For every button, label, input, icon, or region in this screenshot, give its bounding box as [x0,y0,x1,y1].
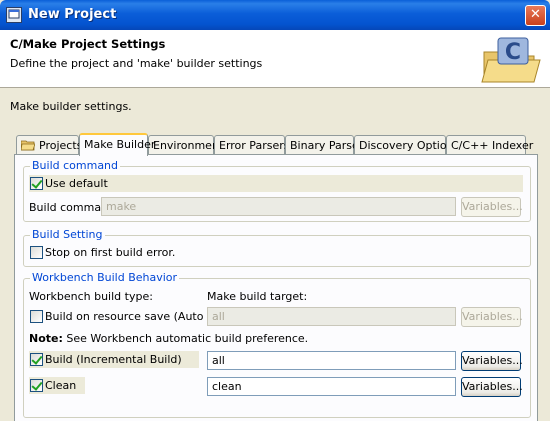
title-bar: New Project ✕ [0,0,550,30]
header-description: Define the project and 'make' builder se… [10,57,263,70]
tab-label: Discovery Options [359,139,460,152]
close-button[interactable]: ✕ [525,5,546,26]
clean-checkbox[interactable] [30,379,43,392]
group-legend: Build command [30,159,121,172]
tab-label: Error Parsers [219,139,290,152]
window-title: New Project [28,7,117,22]
note-text: Note: See Workbench automatic build pref… [29,332,308,345]
svg-text:C: C [505,40,521,65]
tab-environment[interactable]: Environment [148,135,223,155]
incremental-build-target-input[interactable]: all [207,351,456,370]
auto-build-variables-button[interactable]: Variables... [461,307,523,327]
incremental-build-variables-button[interactable]: Variables... [461,351,523,371]
tab-label: Environment [153,139,224,152]
wizard-header: C/Make Project Settings Define the proje… [0,30,550,88]
build-command-variables-button[interactable]: Variables... [461,197,523,217]
tab-binary-parser[interactable]: Binary Parser [285,135,363,155]
header-title: C/Make Project Settings [10,37,166,51]
build-command-input[interactable]: make [101,197,456,216]
section-description: Make builder settings. [10,100,132,113]
stop-on-error-checkbox[interactable] [30,246,43,259]
tab-error-parsers[interactable]: Error Parsers [214,135,289,155]
make-target-label: Make build target: [207,290,308,303]
tab-label: Binary Parser [290,139,364,152]
group-legend: Build Setting [30,228,105,241]
incremental-build-checkbox[interactable] [30,353,43,366]
auto-build-target-input[interactable]: all [207,307,456,326]
clean-label: Clean [45,379,77,392]
stop-on-error-label: Stop on first build error. [45,246,176,259]
tab-projects[interactable]: Projects [16,135,83,155]
tab-label: C/C++ Indexer [451,139,534,152]
group-legend: Workbench Build Behavior [30,271,180,284]
tab-discovery-options[interactable]: Discovery Options [354,135,459,155]
folder-icon [20,139,36,151]
tab-cpp-indexer[interactable]: C/C++ Indexer [446,135,533,155]
new-c-project-icon: C [478,32,544,86]
tab-label: Projects [39,139,83,152]
use-default-checkbox[interactable] [30,177,43,190]
incremental-build-label: Build (Incremental Build) [45,353,182,366]
tab-make-builder[interactable]: Make Builder [79,133,155,156]
auto-build-checkbox[interactable] [30,310,43,323]
use-default-label: Use default [45,177,108,190]
note-body: See Workbench automatic build preference… [66,332,309,345]
note-prefix: Note: [29,332,63,345]
app-icon [6,7,22,23]
clean-target-input[interactable]: clean [207,377,456,396]
tab-panel: Build command Use default Build command:… [14,154,538,421]
workbench-type-label: Workbench build type: [29,290,153,303]
clean-variables-button[interactable]: Variables... [461,377,523,397]
tab-label: Make Builder [84,138,156,151]
